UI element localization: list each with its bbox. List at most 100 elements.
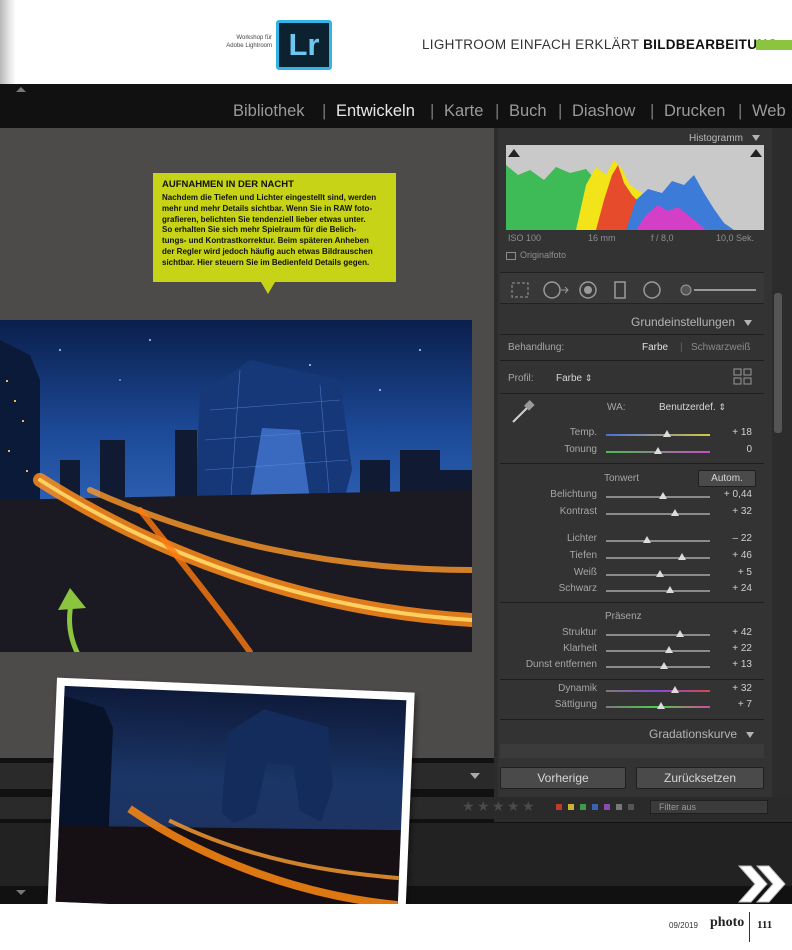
color-label-icon[interactable]	[568, 804, 574, 810]
slider-knob-lichter[interactable]	[642, 536, 651, 543]
panel-toggle-bottom-icon[interactable]	[16, 890, 26, 895]
thumb-tv-tower	[221, 709, 333, 824]
color-label-icon[interactable]	[604, 804, 610, 810]
module-tab-bibliothek[interactable]: Bibliothek	[233, 102, 305, 121]
slider-knob-temp-[interactable]	[663, 430, 672, 437]
rating-star-icon[interactable]: ★	[522, 798, 535, 815]
profile-dropdown[interactable]: Farbe ⇕	[556, 373, 592, 384]
slider-knob-dunst-entfernen[interactable]	[660, 662, 669, 669]
slider-value-lichter[interactable]: – 22	[712, 533, 752, 544]
slider-knob-kontrast[interactable]	[670, 509, 679, 516]
slider-track-dunst-entfernen[interactable]	[606, 666, 710, 668]
color-label-icon[interactable]	[580, 804, 586, 810]
tone-curve-header[interactable]: Gradationskurve	[649, 727, 755, 741]
module-separator: |	[738, 101, 743, 120]
histogram-title[interactable]: Histogramm	[689, 133, 760, 144]
slider-knob-belichtung[interactable]	[659, 492, 668, 499]
slider-knob-wei-[interactable]	[656, 570, 665, 577]
spot-removal-icon[interactable]	[542, 281, 570, 299]
module-tab-buch[interactable]: Buch	[509, 102, 547, 121]
slider-value-kontrast[interactable]: + 32	[712, 506, 752, 517]
rating-star-icon[interactable]: ★	[492, 798, 505, 815]
magazine-brand: photo	[710, 915, 745, 930]
adjustment-brush-icon[interactable]	[678, 281, 758, 299]
auto-tone-button[interactable]: Autom.	[698, 470, 756, 487]
rating-star-icon[interactable]: ★	[477, 798, 490, 815]
color-label-icon[interactable]	[616, 804, 622, 810]
slider-value-belichtung[interactable]: + 0,44	[712, 489, 752, 500]
original-photo-print	[47, 677, 415, 925]
slider-track-lichter[interactable]	[606, 540, 710, 542]
profile-browser-icon[interactable]	[733, 368, 753, 386]
slider-track-kontrast[interactable]	[606, 513, 710, 515]
slider-value-s-ttigung[interactable]: + 7	[712, 699, 752, 710]
slider-track-tiefen[interactable]	[606, 557, 710, 559]
iso-readout: ISO 100	[508, 233, 542, 243]
basic-panel-header[interactable]: Grundeinstellungen	[631, 315, 753, 329]
accent-bar	[756, 40, 792, 50]
module-tab-web[interactable]: Web	[752, 102, 786, 121]
slider-value-wei-[interactable]: + 5	[712, 567, 752, 578]
graduated-filter-icon[interactable]	[612, 281, 628, 299]
slider-knob-dynamik[interactable]	[670, 686, 679, 693]
callout-body: Nachdem die Tiefen und Lichter eingestel…	[162, 193, 387, 269]
color-label-icon[interactable]	[556, 804, 562, 810]
slider-knob-schwarz[interactable]	[666, 586, 675, 593]
slider-label-belichtung: Belichtung	[550, 489, 597, 500]
slider-value-tonung[interactable]: 0	[712, 444, 752, 455]
color-label-icon[interactable]	[592, 804, 598, 810]
red-eye-icon[interactable]	[578, 281, 598, 299]
slider-value-klarheit[interactable]: + 22	[712, 643, 752, 654]
slider-value-temp-[interactable]: + 18	[712, 427, 752, 438]
crop-tool-icon[interactable]	[510, 281, 530, 299]
radial-filter-icon[interactable]	[642, 281, 662, 299]
slider-label-wei-: Weiß	[573, 567, 597, 578]
module-tab-karte[interactable]: Karte	[444, 102, 483, 121]
panel-toggle-top-icon[interactable]	[16, 87, 26, 92]
wb-dropdown[interactable]: Benutzerdef. ⇕	[659, 402, 726, 413]
slider-value-dunst-entfernen[interactable]: + 13	[712, 659, 752, 670]
eyedropper-icon[interactable]	[508, 398, 538, 426]
slider-label-tonung: Tonung	[564, 444, 597, 455]
toolbar-menu-icon[interactable]	[470, 773, 480, 779]
slider-track-temp-[interactable]	[606, 434, 710, 436]
slider-value-tiefen[interactable]: + 46	[712, 550, 752, 561]
slider-track-dynamik[interactable]	[606, 690, 710, 692]
reset-button[interactable]: Zurücksetzen	[636, 767, 764, 789]
slider-value-schwarz[interactable]: + 24	[712, 583, 752, 594]
slider-knob-klarheit[interactable]	[665, 646, 674, 653]
slider-track-belichtung[interactable]	[606, 496, 710, 498]
tone-curve-preview[interactable]	[500, 744, 764, 758]
slider-knob-s-ttigung[interactable]	[657, 702, 666, 709]
slider-value-dynamik[interactable]: + 32	[712, 683, 752, 694]
histogram-title-text: Histogramm	[689, 133, 743, 144]
slider-value-struktur[interactable]: + 42	[712, 627, 752, 638]
panel-scrollbar[interactable]	[774, 293, 782, 433]
module-separator: |	[322, 101, 327, 120]
treatment-color-option[interactable]: Farbe	[642, 342, 668, 353]
original-photo-checkbox[interactable]	[506, 252, 516, 260]
rating-star-icon[interactable]: ★	[507, 798, 520, 815]
magazine-title: LIGHTROOM EINFACH ERKLÄRT BILDBEARBEITUN…	[422, 37, 778, 52]
lightroom-logo-icon: Lr	[276, 20, 332, 70]
treatment-bw-option[interactable]: Schwarzweiß	[691, 342, 750, 353]
callout-line: tungs- und Kontrastkorrektur. Beim späte…	[162, 236, 369, 246]
slider-knob-tonung[interactable]	[654, 447, 662, 454]
previous-button[interactable]: Vorherige	[500, 767, 626, 789]
slider-track-struktur[interactable]	[606, 634, 710, 636]
slider-track-schwarz[interactable]	[606, 590, 710, 592]
module-tab-diashow[interactable]: Diashow	[572, 102, 635, 121]
slider-knob-struktur[interactable]	[675, 630, 684, 637]
color-label-icon[interactable]	[628, 804, 634, 810]
histogram-display[interactable]	[506, 145, 764, 230]
module-tab-entwickeln[interactable]: Entwickeln	[336, 102, 415, 121]
slider-track-klarheit[interactable]	[606, 650, 710, 652]
wb-arrows-icon: ⇕	[718, 402, 727, 412]
filter-dropdown[interactable]: Filter aus	[650, 800, 768, 814]
rating-star-icon[interactable]: ★	[462, 798, 475, 815]
edited-night-photo[interactable]	[0, 320, 472, 652]
slider-knob-tiefen[interactable]	[677, 553, 686, 560]
module-tab-drucken[interactable]: Drucken	[664, 102, 725, 121]
page-curl	[0, 0, 16, 84]
original-photo-label: Originalfoto	[520, 250, 567, 260]
